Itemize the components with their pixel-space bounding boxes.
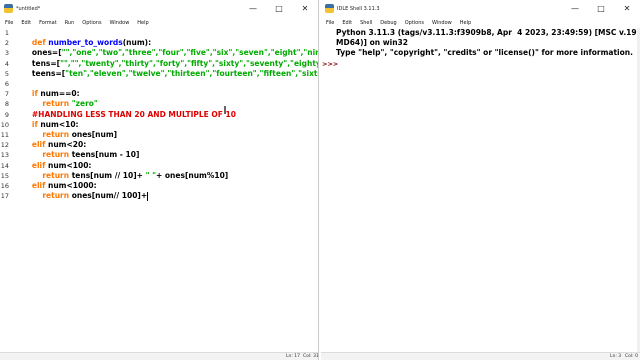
text-cursor	[147, 191, 149, 201]
menu-options[interactable]: Options	[401, 20, 428, 26]
shell-console[interactable]: >>> Python 3.11.3 (tags/v3.11.3:f3909b8,…	[321, 28, 640, 352]
menu-shell[interactable]: Shell	[356, 20, 376, 26]
shell-window: IDLE Shell 3.11.3 — □ ✕ File Edit Shell …	[321, 0, 640, 360]
menu-debug[interactable]: Debug	[376, 20, 400, 26]
code-content: def number_to_words(num): ones=["","one"…	[11, 28, 318, 352]
line-number: 16	[0, 182, 9, 190]
output-line: MD64)] on win32	[336, 38, 408, 48]
output-line: Python 3.11.3 (tags/v3.11.3:f3909b8, Apr…	[336, 28, 640, 37]
code-line: def number_to_words(num):	[11, 28, 151, 47]
line-number: 9	[4, 110, 9, 119]
shell-titlebar[interactable]: IDLE Shell 3.11.3 — □ ✕	[321, 0, 640, 17]
code-line: return "zero"	[11, 89, 98, 108]
code-editor[interactable]: 1 2 3 4 5 6 7 8 9 10 11 12 13 14 15 16 1…	[0, 28, 318, 352]
line-number: 12	[0, 141, 9, 150]
code-token: teens=[	[31, 68, 66, 78]
code-line: elif num<1000:	[11, 171, 97, 190]
editor-statusbar: Ln: 17 Col: 31	[0, 352, 318, 360]
code-token: ones[num// 100]+	[71, 191, 148, 201]
line-number: 3	[4, 49, 9, 58]
code-line: teens=["ten","eleven","twelve","thirteen…	[11, 59, 318, 78]
line-indicator: Ln: 3	[610, 354, 622, 359]
menu-edit[interactable]: Edit	[338, 20, 356, 26]
code-line: #HANDLING LESS THAN 20 AND MULTIPLE OF 1…	[11, 99, 236, 119]
output-line: Type "help", "copyright", "credits" or "…	[336, 48, 633, 58]
code-line: elif num<20:	[11, 130, 86, 149]
editor-menubar: File Edit Format Run Options Window Help	[0, 17, 318, 28]
menu-edit[interactable]: Edit	[17, 20, 35, 26]
menu-format[interactable]: Format	[35, 20, 61, 26]
code-line: return teens[num - 10]	[11, 140, 139, 159]
code-token: + ones[num%10]	[156, 170, 229, 180]
column-indicator: Col: 31	[303, 354, 319, 359]
maximize-button[interactable]: □	[588, 0, 614, 17]
code-line: if num==0:	[11, 79, 80, 98]
close-button[interactable]: ✕	[614, 0, 640, 17]
code-line: return tens[num // 10]+ " "+ ones[num%10…	[11, 161, 228, 180]
column-indicator: Col: 0	[625, 354, 638, 359]
line-number: 15	[0, 171, 9, 180]
menu-window[interactable]: Window	[428, 20, 456, 26]
code-line: return ones[num]	[11, 120, 117, 139]
line-number: 1	[4, 29, 9, 37]
string-token: " "	[145, 170, 156, 180]
line-number: 4	[4, 59, 9, 68]
code-line: return ones[num// 100]+	[11, 181, 149, 201]
line-indicator: Ln: 17	[286, 354, 301, 359]
line-number: 8	[4, 100, 9, 109]
shell-title: IDLE Shell 3.11.3	[337, 5, 380, 12]
python-idle-icon	[4, 4, 13, 13]
string-token: "ten","eleven","twelve","thirteen","four…	[65, 68, 318, 78]
line-number: 10	[0, 120, 9, 129]
menu-window[interactable]: Window	[106, 20, 134, 26]
menu-help[interactable]: Help	[133, 20, 152, 26]
menu-file[interactable]: File	[322, 20, 338, 26]
line-number-gutter: 1 2 3 4 5 6 7 8 9 10 11 12 13 14 15 16 1…	[0, 28, 9, 352]
shell-menubar: File Edit Shell Debug Options Window Hel…	[321, 17, 640, 28]
editor-title: *untitled*	[16, 5, 41, 12]
code-line: ones=["","one","two","three","four","fiv…	[11, 38, 318, 57]
menu-file[interactable]: File	[1, 20, 17, 26]
line-number: 11	[0, 131, 9, 139]
line-number: 17	[0, 192, 9, 201]
maximize-button[interactable]: □	[266, 0, 292, 17]
menu-options[interactable]: Options	[78, 20, 105, 26]
code-line: elif num<100:	[11, 150, 92, 170]
shell-statusbar: Ln: 3 Col: 0	[321, 352, 640, 360]
python-idle-icon	[325, 4, 334, 13]
i-beam-mouse-cursor	[224, 106, 226, 114]
minimize-button[interactable]: —	[562, 0, 588, 17]
editor-window: *untitled* — □ ✕ File Edit Format Run Op…	[0, 0, 319, 360]
code-line: if num<10:	[11, 110, 79, 129]
close-button[interactable]: ✕	[292, 0, 318, 17]
line-number: 7	[4, 90, 9, 99]
line-number: 13	[0, 151, 9, 160]
editor-titlebar[interactable]: *untitled* — □ ✕	[0, 0, 318, 17]
keyword-token: return	[31, 191, 72, 201]
line-number: 6	[4, 80, 9, 88]
line-number: 5	[4, 69, 9, 78]
line-number: 14	[0, 161, 9, 170]
menu-help[interactable]: Help	[456, 20, 475, 26]
shell-output: Python 3.11.3 (tags/v3.11.3:f3909b8, Apr…	[336, 28, 640, 352]
line-number: 2	[4, 39, 9, 48]
menu-run[interactable]: Run	[61, 20, 79, 26]
minimize-button[interactable]: —	[240, 0, 266, 17]
code-line: tens=["","","twenty","thirty","forty","f…	[11, 48, 318, 68]
prompt-gutter: >>>	[321, 28, 338, 352]
